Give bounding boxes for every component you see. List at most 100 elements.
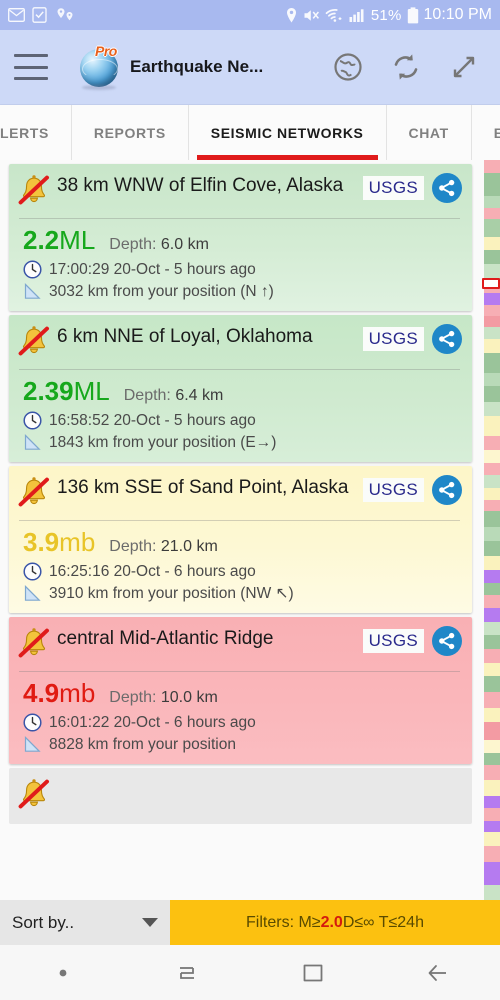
nav-recents-button[interactable] — [125, 961, 250, 985]
earthquake-card[interactable]: central Mid-Atlantic Ridge USGS 4.9mb Depth… — [9, 617, 472, 764]
quake-location: central Mid-Atlantic Ridge — [57, 628, 274, 649]
share-button[interactable] — [432, 324, 462, 354]
scroll-band — [484, 634, 500, 649]
depth-info: Depth: 6.4 km — [124, 387, 224, 405]
scroll-band — [484, 511, 500, 528]
earthquake-list[interactable]: 38 km WNW of Elfin Cove, Alaska USGS 2.2ML… — [0, 160, 478, 900]
quake-distance: 1843 km from your position (E→) — [49, 433, 277, 451]
scroll-band — [484, 675, 500, 692]
depth-label: Depth: — [123, 387, 171, 404]
quake-distance: 8828 km from your position — [49, 735, 236, 753]
share-button[interactable] — [432, 173, 462, 203]
scroll-band — [484, 315, 500, 327]
clock-icon — [23, 411, 42, 430]
share-icon — [439, 330, 455, 348]
globe-icon[interactable] — [332, 51, 364, 83]
earthquake-card-partial[interactable] — [9, 768, 472, 824]
tab-seismic-networks[interactable]: SEISMIC NETWORKS — [189, 105, 387, 160]
quake-time: 16:01:22 20-Oct - 6 hours ago — [49, 713, 256, 731]
scroll-band — [484, 885, 500, 900]
recents-icon — [179, 966, 194, 979]
tab-reports[interactable]: REPORTS — [72, 105, 189, 160]
app-bar-actions — [332, 51, 486, 83]
source-badge[interactable]: USGS — [362, 327, 424, 351]
quake-distance: 3910 km from your position (NW ↖) — [49, 585, 294, 602]
earthquake-card[interactable]: 6 km NNE of Loyal, Oklahoma USGS 2.39ML Dep… — [9, 315, 472, 462]
card-divider — [19, 520, 460, 521]
card-header-actions: USGS — [362, 323, 462, 354]
magnitude-unit: ML — [73, 376, 110, 406]
card-header-actions: USGS — [362, 625, 462, 656]
scroll-band — [484, 326, 500, 340]
expand-icon[interactable] — [448, 51, 480, 83]
source-badge[interactable]: USGS — [362, 478, 424, 502]
card-header-actions: USGS — [362, 474, 462, 505]
nav-home-button[interactable] — [250, 960, 375, 986]
magnitude-value: 3.9mb — [23, 527, 95, 557]
nav-back-button[interactable] — [375, 961, 500, 985]
scroll-band — [484, 582, 500, 596]
scroll-band — [484, 622, 500, 635]
ruler-icon — [24, 736, 41, 752]
card-divider — [19, 671, 460, 672]
earthquake-card[interactable]: 38 km WNW of Elfin Cove, Alaska USGS 2.2ML… — [9, 164, 472, 311]
magnitude-value: 2.39ML — [23, 376, 110, 406]
share-button[interactable] — [432, 475, 462, 505]
bell-off-icon[interactable] — [17, 476, 51, 512]
tab-alerts[interactable]: LERTS — [0, 105, 72, 160]
depth-label: Depth: — [109, 236, 157, 253]
scroll-band — [484, 401, 500, 417]
distance-row: 3032 km from your position (N ↑) — [17, 279, 462, 301]
bell-off-icon[interactable] — [17, 778, 51, 814]
wifi-icon — [325, 8, 344, 23]
bell-off-icon[interactable] — [17, 325, 51, 361]
sort-by-dropdown[interactable]: Sort by.. — [0, 900, 170, 945]
status-bar-clock: 10:10 PM — [423, 6, 492, 23]
scroll-strip[interactable] — [478, 160, 500, 900]
ruler-icon — [24, 434, 41, 450]
magnitude-row: 4.9mb Depth: 10.0 km — [17, 674, 462, 710]
location-icon — [285, 7, 298, 24]
card-header: central Mid-Atlantic Ridge USGS — [17, 625, 462, 663]
source-badge[interactable]: USGS — [362, 176, 424, 200]
scroll-band — [484, 292, 500, 306]
refresh-icon[interactable] — [390, 51, 422, 83]
tab-emails[interactable]: E-MAILS — [472, 105, 500, 160]
scroll-band — [484, 172, 500, 196]
scroll-band — [484, 808, 500, 821]
bell-off-icon[interactable] — [17, 174, 51, 210]
magnitude-value: 4.9mb — [23, 678, 95, 708]
earthquake-card[interactable]: 136 km SSE of Sand Point, Alaska USGS 3.9m… — [9, 466, 472, 613]
clock-icon — [23, 411, 42, 430]
magnitude-unit: mb — [59, 527, 96, 557]
scroll-band — [484, 541, 500, 556]
scroll-band — [484, 195, 500, 209]
mute-icon — [303, 8, 320, 23]
bell-off-icon[interactable] — [17, 627, 51, 663]
bottom-bar: Sort by.. Filters: M≥ 2.0 D≤∞ T≤24h — [0, 900, 500, 945]
bell-off-icon — [18, 779, 49, 809]
filters-magnitude-value: 2.0 — [320, 913, 343, 931]
share-button[interactable] — [432, 626, 462, 656]
depth-label: Depth: — [109, 689, 157, 706]
scroll-band — [484, 160, 500, 173]
source-badge[interactable]: USGS — [362, 629, 424, 653]
ruler-icon — [23, 282, 42, 301]
scroll-band — [484, 820, 500, 832]
magnitude-row: 2.39ML Depth: 6.4 km — [17, 372, 462, 408]
quake-location: 136 km SSE of Sand Point, Alaska — [57, 477, 349, 498]
tab-chat[interactable]: CHAT — [387, 105, 472, 160]
nav-dot-button[interactable] — [0, 968, 125, 978]
app-logo: Pro — [78, 43, 122, 90]
depth-value: 21.0 km — [160, 538, 218, 555]
signal-icon — [349, 8, 366, 23]
status-bar: 51% 10:10 PM — [0, 0, 500, 30]
scroll-track[interactable] — [484, 160, 500, 900]
bell-off-icon — [18, 628, 49, 658]
hamburger-menu-icon[interactable] — [14, 54, 48, 80]
filters-bar[interactable]: Filters: M≥ 2.0 D≤∞ T≤24h — [170, 900, 500, 945]
scroll-band — [484, 862, 500, 886]
scroll-position-marker[interactable] — [482, 278, 500, 290]
scroll-band — [484, 795, 500, 809]
globe-shadow — [82, 85, 116, 90]
